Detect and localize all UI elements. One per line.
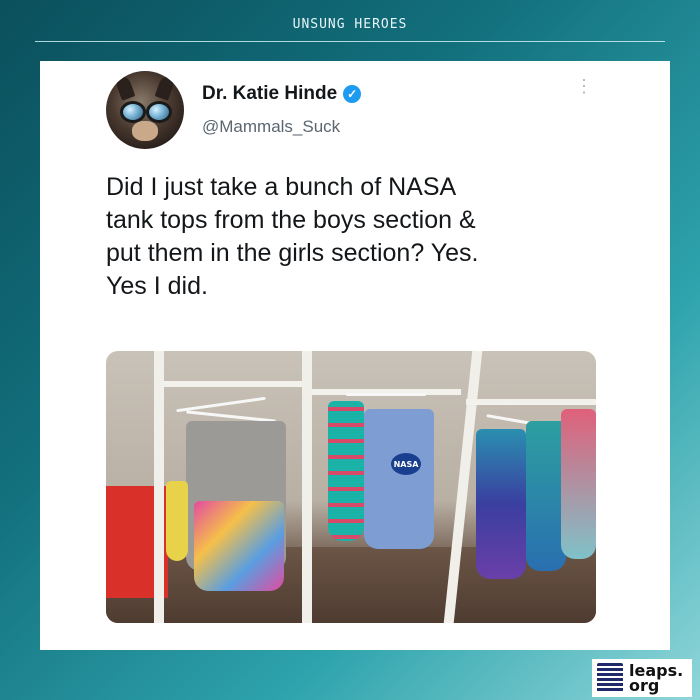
dress-teal — [526, 421, 566, 571]
rack-post — [154, 351, 164, 623]
nasa-logo: NASA — [391, 453, 421, 475]
dress-pink — [561, 409, 596, 559]
rack-rail — [466, 399, 596, 405]
more-options-icon[interactable]: ⋮ — [575, 77, 593, 95]
tweet-line: Did I just take a bunch of NASA — [106, 173, 457, 201]
tweet-photo[interactable]: NASA — [106, 351, 596, 623]
nasa-tank-top — [364, 409, 434, 549]
header-label: UNSUNG HEROES — [292, 17, 408, 32]
brand-line-2: org — [629, 676, 660, 695]
brand-wordmark: leaps. org — [629, 663, 683, 695]
shirt-yellow — [166, 481, 188, 561]
rack-rail — [162, 381, 302, 387]
avatar-ear-left — [114, 75, 136, 101]
tweet-line: Yes I did. — [106, 272, 208, 300]
author-row: Dr. Katie Hinde ✓ — [202, 83, 362, 105]
shirt-striped — [328, 401, 364, 541]
dress-blue — [476, 429, 526, 579]
author-handle[interactable]: @Mammals_Suck — [202, 117, 340, 137]
verified-badge-icon: ✓ — [343, 85, 362, 103]
leaps-brand[interactable]: leaps. org — [592, 659, 692, 697]
leaps-logo-icon — [597, 663, 623, 693]
avatar-goggle-left — [120, 101, 146, 123]
author-name[interactable]: Dr. Katie Hinde — [202, 83, 337, 105]
tweet-card: Dr. Katie Hinde ✓ @Mammals_Suck ⋮ Did I … — [40, 61, 670, 650]
header-divider — [35, 41, 665, 42]
skirt-floral — [194, 501, 284, 591]
hanger — [346, 393, 426, 396]
tweet-text: Did I just take a bunch of NASA tank top… — [106, 171, 626, 303]
avatar[interactable] — [106, 71, 184, 149]
tweet-line: tank tops from the boys section & — [106, 206, 476, 234]
avatar-snout — [132, 121, 158, 141]
avatar-goggle-right — [146, 101, 172, 123]
tweet-line: put them in the girls section? Yes. — [106, 239, 479, 267]
avatar-ear-right — [154, 75, 176, 101]
